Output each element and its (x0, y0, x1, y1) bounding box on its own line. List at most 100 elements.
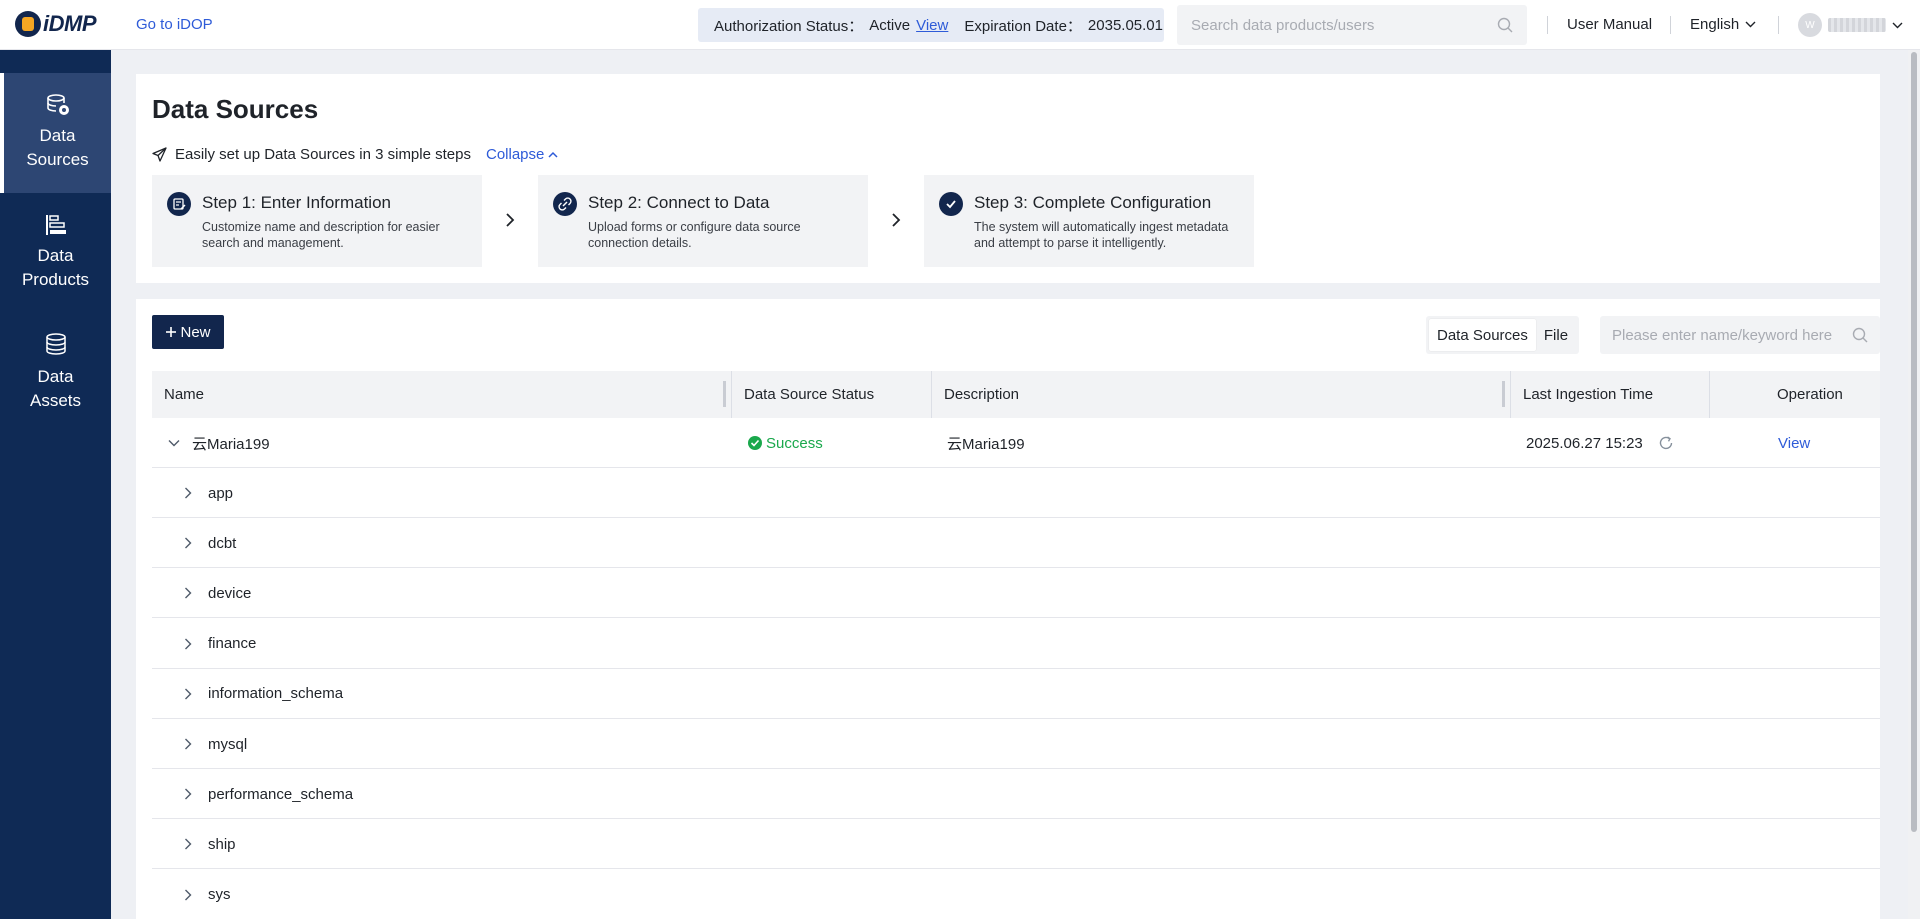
row-name: mysql (208, 735, 248, 753)
collapse-toggle[interactable]: Collapse (486, 146, 558, 163)
expand-row-toggle[interactable] (184, 819, 192, 869)
table-row[interactable]: dcbt (152, 518, 1880, 569)
logo-mark-icon (15, 11, 41, 37)
chevron-right-icon (185, 738, 192, 750)
sidebar-item-label: Data (37, 246, 74, 265)
edit-form-icon (167, 192, 191, 216)
row-name: device (208, 584, 252, 602)
step-title: Step 2: Connect to Data (588, 193, 770, 212)
sidebar-item-label: Data (37, 367, 74, 386)
expand-row-toggle[interactable] (184, 619, 192, 669)
step-title: Step 3: Complete Configuration (974, 193, 1212, 212)
plus-icon (166, 327, 177, 337)
hierarchy-icon (45, 215, 66, 235)
table-row-parent[interactable]: 云Maria199 Success 云Maria199 2025.06.27 1… (152, 418, 1880, 468)
step-description: Upload forms or configure data source co… (588, 220, 801, 250)
new-data-source-button[interactable]: New (152, 315, 224, 349)
step-description: The system will automatically ingest met… (974, 220, 1229, 250)
table-row[interactable]: mysql (152, 719, 1880, 769)
column-header-operation: Operation (1777, 386, 1843, 403)
expand-row-toggle[interactable] (184, 468, 192, 518)
table-row[interactable]: information_schema (152, 668, 1880, 719)
sidebar-item-data-assets[interactable]: Data Assets (0, 313, 111, 433)
expand-row-toggle[interactable] (184, 669, 192, 719)
column-divider (1510, 371, 1511, 418)
column-header-last-ingestion[interactable]: Last Ingestion Time (1523, 371, 1653, 418)
expand-row-toggle[interactable] (184, 769, 192, 819)
source-type-toggle: Data Sources File (1426, 316, 1580, 354)
toggle-option-file[interactable]: File (1536, 319, 1576, 351)
row-name: app (208, 484, 234, 502)
toggle-option-data-sources[interactable]: Data Sources (1429, 319, 1536, 351)
chevron-right-icon (892, 213, 901, 227)
column-header-name[interactable]: Name (164, 371, 204, 418)
row-name: information_schema (208, 685, 344, 703)
logo-text: iDMP (43, 11, 97, 36)
expand-row-toggle[interactable] (184, 719, 192, 769)
table-search (1600, 316, 1880, 354)
table-row[interactable]: sys (152, 869, 1880, 919)
status-badge: Success (748, 418, 823, 468)
step-card-2: Step 2: Connect to Data Upload forms or … (538, 175, 868, 267)
search-icon[interactable] (1497, 17, 1513, 33)
table-search-input[interactable] (1612, 326, 1842, 344)
user-manual-link[interactable]: User Manual (1567, 16, 1652, 33)
sidebar-item-data-sources[interactable]: Data Sources (0, 73, 111, 193)
auth-status-label: Authorization Status： (714, 17, 864, 35)
language-value: English (1690, 16, 1740, 33)
header-divider (1778, 16, 1779, 34)
row-description: 云Maria199 (947, 435, 1025, 453)
row-name: ship (208, 835, 236, 853)
column-header-description[interactable]: Description (944, 371, 1019, 418)
chevron-up-icon (548, 151, 558, 158)
row-view-link[interactable]: View (1778, 418, 1810, 468)
table-row[interactable]: finance (152, 618, 1880, 669)
yen-stack-icon (45, 333, 66, 355)
user-menu[interactable]: W (1798, 13, 1903, 37)
scrollbar-thumb[interactable] (1911, 52, 1917, 832)
expand-row-toggle[interactable] (184, 518, 192, 568)
steps-hint: Easily set up Data Sources in 3 simple s… (152, 146, 471, 163)
column-resize-handle[interactable] (1502, 381, 1505, 407)
row-name: 云Maria199 (192, 435, 270, 453)
table-row[interactable]: performance_schema (152, 769, 1880, 820)
row-name: sys (208, 886, 231, 904)
table-row[interactable]: ship (152, 819, 1880, 870)
global-search-input[interactable]: Search data products/users (1177, 5, 1527, 45)
database-icon (46, 94, 69, 115)
chevron-down-icon (1745, 21, 1756, 28)
sidebar-item-label: Data (39, 126, 76, 145)
chevron-right-icon (185, 638, 192, 650)
steps-hint-text: Easily set up Data Sources in 3 simple s… (175, 146, 471, 163)
row-name: finance (208, 635, 257, 653)
expiry-value: 2035.05.01 (1087, 16, 1163, 34)
expand-row-toggle[interactable] (184, 870, 192, 919)
chevron-right-icon (185, 889, 192, 901)
language-selector[interactable]: English (1690, 16, 1756, 33)
collapse-row-toggle[interactable] (168, 418, 180, 468)
expiry-label: Expiration Date： (964, 17, 1082, 35)
column-resize-handle[interactable] (723, 381, 726, 407)
row-name: performance_schema (208, 785, 354, 803)
check-icon (939, 192, 963, 216)
auth-view-link[interactable]: View (916, 17, 948, 34)
goto-idop-link[interactable]: Go to iDOP (136, 16, 213, 33)
column-divider (931, 371, 932, 418)
refresh-icon[interactable] (1658, 418, 1674, 468)
table-row[interactable]: device (152, 568, 1880, 619)
expand-row-toggle[interactable] (184, 568, 192, 618)
page-scrollbar[interactable] (1908, 50, 1920, 919)
chevron-right-icon (185, 537, 192, 549)
sidebar-item-data-products[interactable]: Data Products (0, 193, 111, 313)
table-row[interactable]: app (152, 468, 1880, 518)
top-header: iDMP Go to iDOP Authorization Status： Ac… (0, 0, 1920, 50)
search-icon[interactable] (1852, 327, 1868, 343)
chevron-right-icon (185, 688, 192, 700)
chevron-right-icon (185, 487, 192, 499)
sidebar: Data Sources Data Products Data Assets (0, 50, 111, 919)
app-logo[interactable]: iDMP (15, 11, 97, 37)
column-header-status[interactable]: Data Source Status (744, 371, 874, 418)
step-card-3: Step 3: Complete Configuration The syste… (924, 175, 1254, 267)
auth-status-value: Active (869, 16, 911, 34)
step-card-1: Step 1: Enter Information Customize name… (152, 175, 482, 267)
